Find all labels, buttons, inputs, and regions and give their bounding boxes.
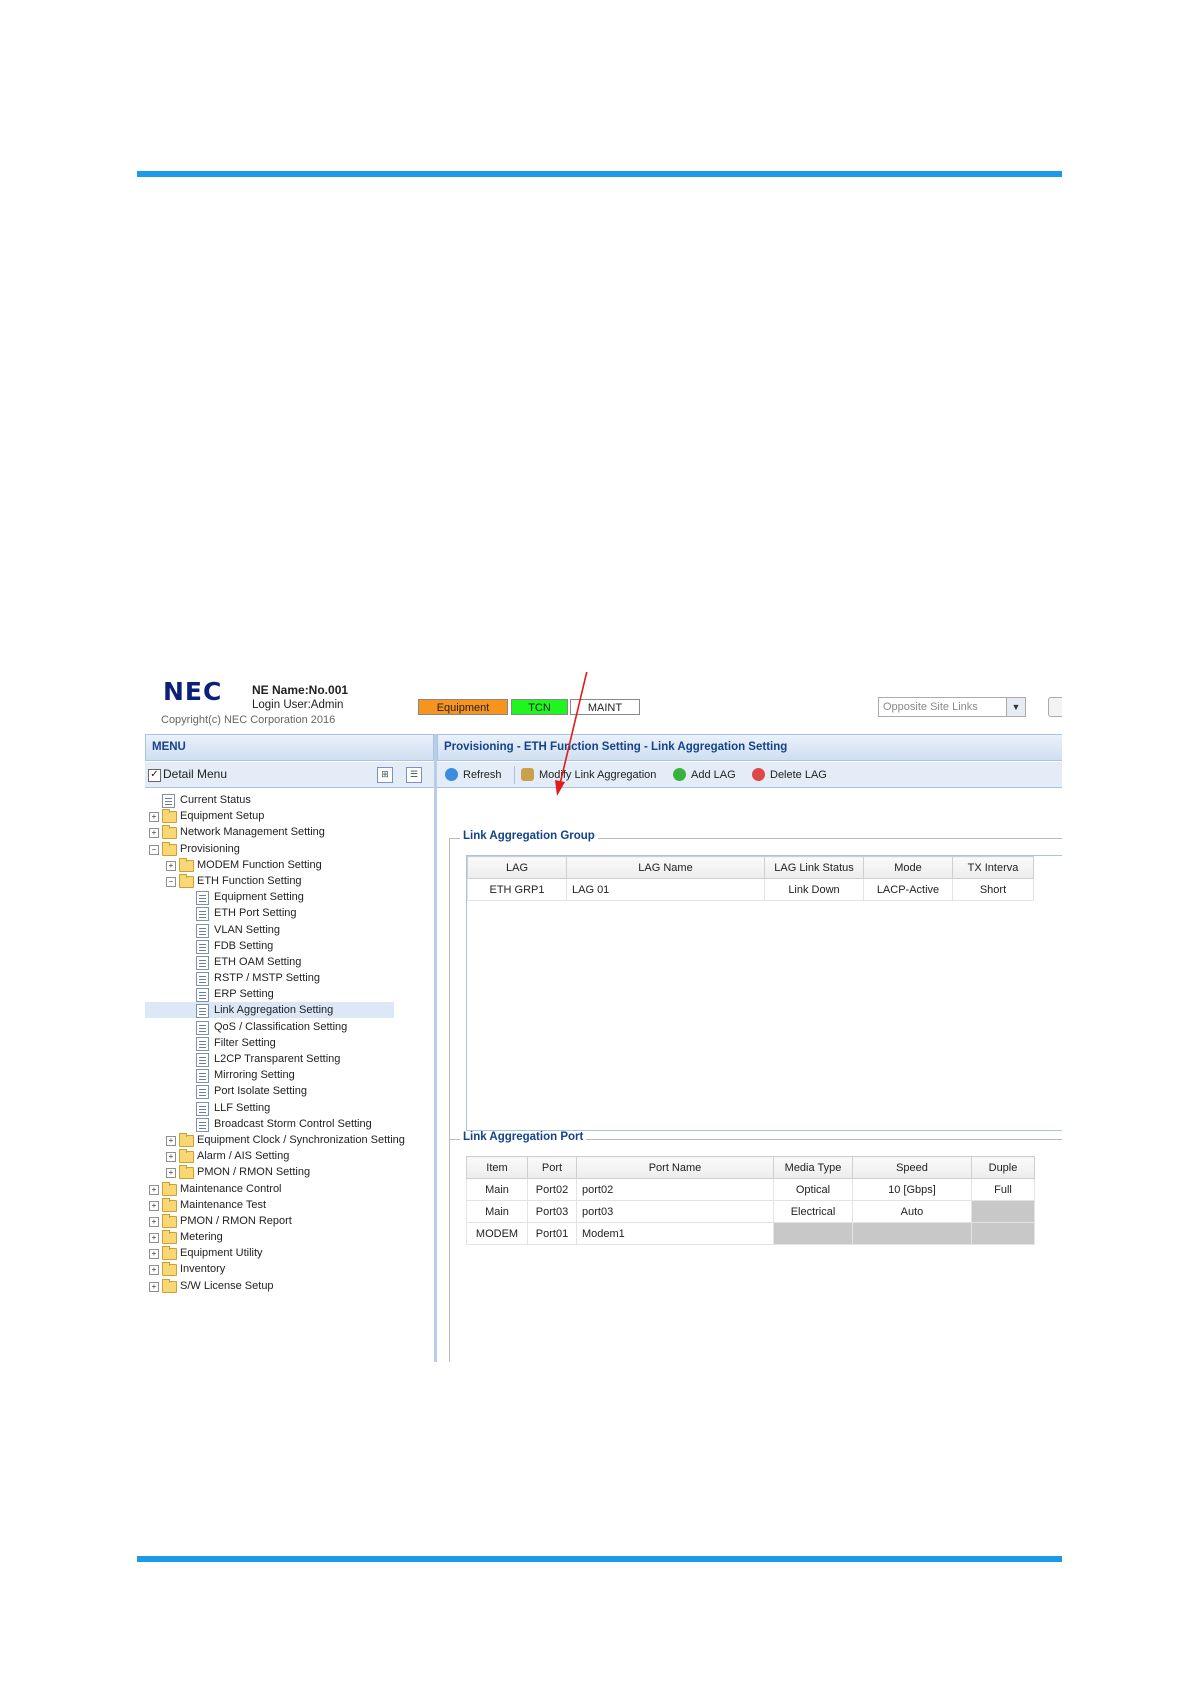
top-rule — [137, 171, 1062, 177]
bottom-rule — [137, 1556, 1062, 1562]
lct-screenshot: NEC NE Name:No.001 Login User:Admin Copy… — [145, 672, 1062, 1362]
annotation-arrow — [555, 672, 588, 796]
